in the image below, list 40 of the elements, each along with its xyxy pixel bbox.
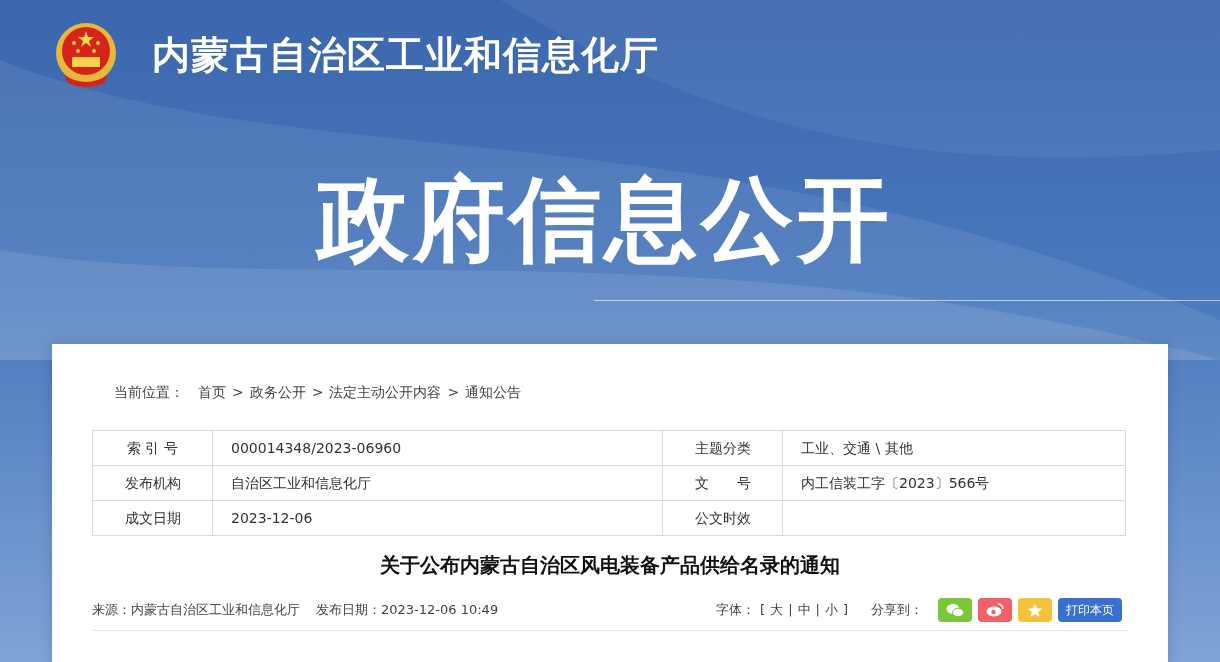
field-label-cell: 成文日期 bbox=[92, 500, 213, 536]
bracket-text: [ bbox=[760, 601, 766, 620]
font-size-link[interactable]: 中 bbox=[797, 600, 811, 620]
breadcrumb-link[interactable]: 通知公告 bbox=[465, 381, 522, 403]
separator-text: | bbox=[788, 601, 793, 620]
wechat-share-button[interactable] bbox=[938, 598, 972, 622]
field-label-cell: 索 引 号 bbox=[92, 430, 213, 466]
field-label-cell: 发布机构 bbox=[92, 465, 213, 501]
field-label-cell: 文 号 bbox=[662, 465, 783, 501]
field-value-cell: 内工信装工字〔2023〕566号 bbox=[782, 465, 1126, 501]
star-icon bbox=[1027, 602, 1043, 618]
bracket-text: ] bbox=[842, 601, 848, 620]
font-size-link[interactable]: 大 bbox=[770, 600, 784, 620]
field-value-cell: 2023-12-06 bbox=[212, 500, 663, 536]
article-title: 关于公布内蒙古自治区风电装备产品供给名录的通知 bbox=[380, 552, 840, 579]
field-value-cell: 000014348/2023-06960 bbox=[212, 430, 663, 466]
separator-text: | bbox=[815, 601, 820, 620]
eye-icon bbox=[986, 603, 1004, 617]
field-label-cell: 主题分类 bbox=[662, 430, 783, 466]
site-name: 内蒙古自治区工业和信息化厅 bbox=[152, 31, 659, 79]
breadcrumb-link[interactable]: 政务公开 bbox=[249, 381, 306, 403]
breadcrumb-separator: > bbox=[311, 382, 324, 402]
field-value-cell: 工业、交通 \ 其他 bbox=[782, 430, 1126, 466]
article-source: 来源：内蒙古自治区工业和信息化厅 bbox=[92, 601, 300, 620]
breadcrumb-separator: > bbox=[232, 382, 244, 402]
publish-date: 发布日期：2023-12-06 10:49 bbox=[316, 601, 499, 620]
weibo-share-button[interactable] bbox=[978, 598, 1012, 622]
breadcrumb-link[interactable]: 首页 bbox=[198, 381, 226, 403]
breadcrumb-separator: > bbox=[447, 382, 460, 402]
breadcrumb-label: 当前位置： bbox=[114, 382, 184, 402]
share-label: 分享到： bbox=[871, 601, 923, 620]
font-size-label: 字体： bbox=[716, 601, 756, 620]
national-emblem-icon bbox=[54, 21, 118, 89]
print-button[interactable]: 打印本页 bbox=[1058, 598, 1122, 622]
chat-bubbles-icon bbox=[946, 602, 964, 618]
field-label-cell: 公文时效 bbox=[662, 500, 783, 536]
font-size-link[interactable]: 小 bbox=[824, 600, 838, 620]
qzone-share-button[interactable] bbox=[1018, 598, 1052, 622]
breadcrumb-link[interactable]: 法定主动公开内容 bbox=[329, 381, 442, 403]
field-value-cell: 自治区工业和信息化厅 bbox=[212, 465, 663, 501]
